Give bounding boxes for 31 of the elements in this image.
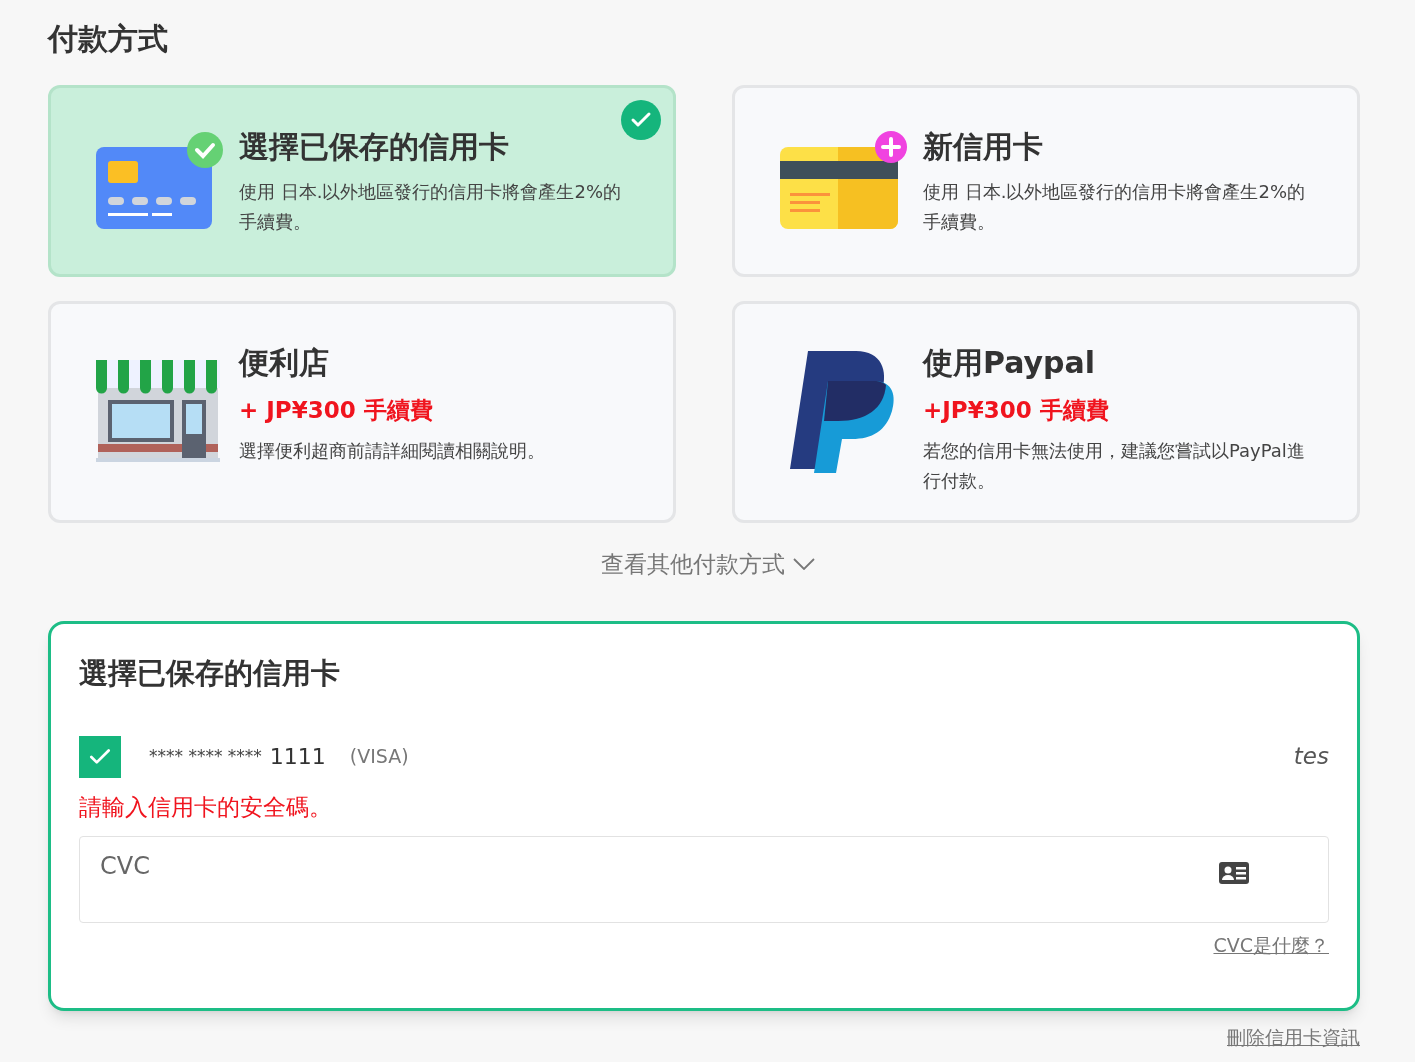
card-last-digits: 1111 xyxy=(269,743,326,771)
payment-option-card[interactable]: 便利店 + JP¥300 手續費 選擇便利超商前請詳細閱讀相關說明。 xyxy=(48,301,676,523)
payment-option-card[interactable]: 選擇已保存的信用卡 使用 日本.以外地區發行的信用卡將會產生2%的手續費。 xyxy=(48,85,676,277)
option-title: 新信用卡 xyxy=(923,128,1044,166)
option-description: 使用 日本.以外地區發行的信用卡將會產生2%的手續費。 xyxy=(923,180,1306,234)
card-number-mask: **** **** **** xyxy=(149,744,262,768)
section-heading: 付款方式 xyxy=(48,20,169,58)
fee-text: + JP¥300 手續費 xyxy=(239,396,434,425)
card-brand: (VISA) xyxy=(349,744,409,770)
payment-option-card[interactable]: 新信用卡 使用 日本.以外地區發行的信用卡將會產生2%的手續費。 xyxy=(732,85,1360,277)
id-card-icon xyxy=(1219,862,1249,884)
credit-card-plus-icon xyxy=(778,131,908,231)
cvc-help-link[interactable]: CVC是什麼？ xyxy=(1213,931,1329,960)
selected-check-icon xyxy=(621,100,661,140)
panel-title: 選擇已保存的信用卡 xyxy=(79,655,341,692)
option-description: 若您的信用卡無法使用，建議您嘗試以PayPal進行付款。 xyxy=(923,438,1306,493)
cvc-field[interactable]: CVC xyxy=(79,836,1329,923)
option-title: 使用Paypal xyxy=(923,344,1097,382)
card-holder-name: tes xyxy=(1293,742,1329,772)
chevron-down-icon xyxy=(792,557,815,570)
error-message: 請輸入信用卡的安全碼。 xyxy=(79,792,333,822)
payment-option-card[interactable]: 使用Paypal +JP¥300 手續費 若您的信用卡無法使用，建議您嘗試以PayPal進行付款。 xyxy=(732,301,1360,523)
delete-card-link[interactable]: 刪除信用卡資訊 xyxy=(1227,1023,1360,1052)
more-methods-link[interactable]: 查看其他付款方式 xyxy=(600,546,815,581)
credit-card-check-icon xyxy=(94,131,224,231)
card-checkbox[interactable] xyxy=(79,735,121,778)
option-title: 便利店 xyxy=(239,344,330,382)
option-description: 選擇便利超商前請詳細閱讀相關說明。 xyxy=(239,438,545,463)
fee-text: +JP¥300 手續費 xyxy=(923,396,1110,425)
option-title: 選擇已保存的信用卡 xyxy=(239,128,510,166)
option-description: 使用 日本.以外地區發行的信用卡將會產生2%的手續費。 xyxy=(239,180,622,234)
